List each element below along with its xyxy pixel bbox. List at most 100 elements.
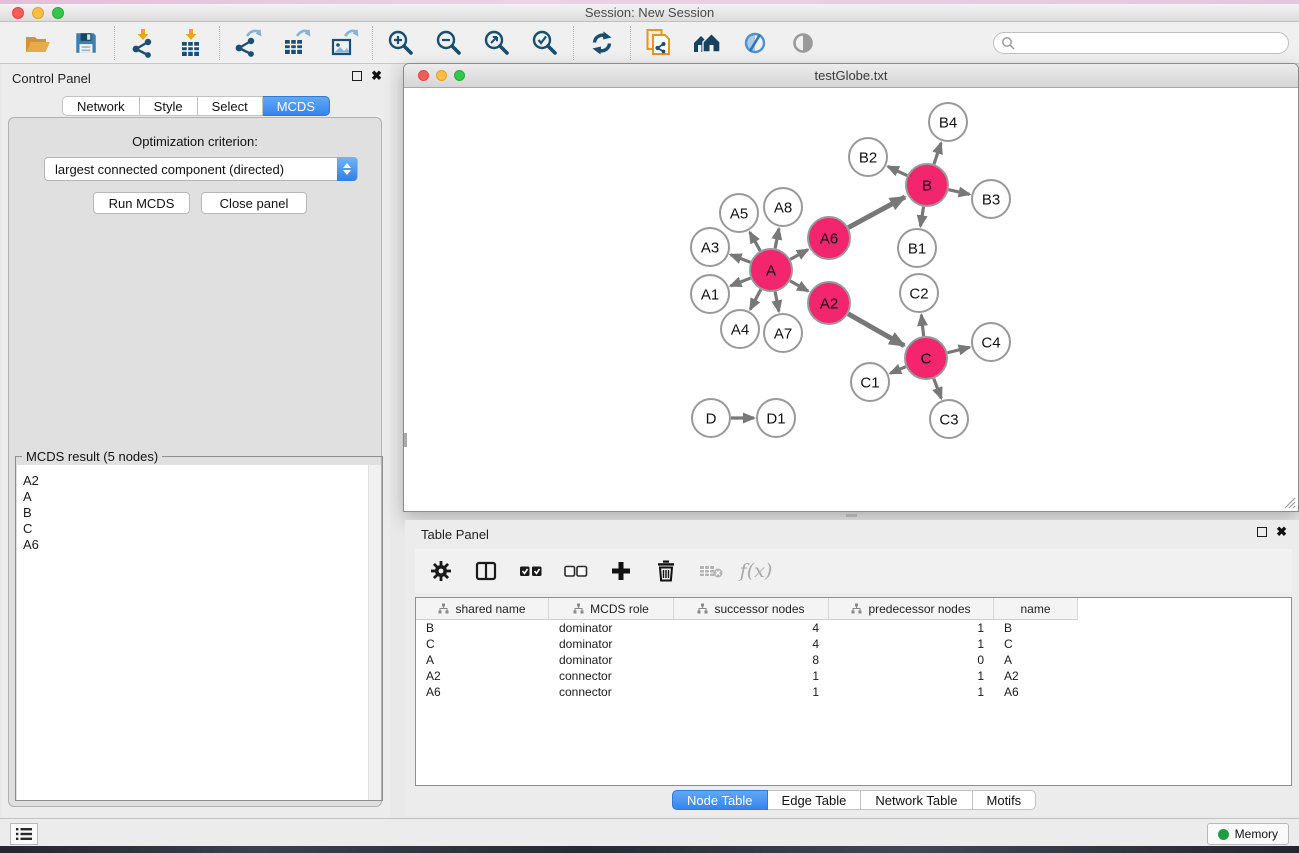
tab-network[interactable]: Network (62, 96, 140, 116)
export-table-icon[interactable] (281, 28, 311, 58)
table-row-A2[interactable]: A2connector11A2 (416, 668, 1291, 684)
graph-node-A[interactable]: A (750, 249, 792, 291)
home-icon[interactable] (692, 28, 722, 58)
result-list-scrollbar[interactable] (368, 465, 381, 800)
network-window-titlebar[interactable]: testGlobe.txt (404, 64, 1298, 88)
float-table-panel-icon[interactable] (1257, 527, 1267, 537)
export-image-icon[interactable] (329, 28, 359, 58)
graph-node-B3[interactable]: B3 (972, 180, 1010, 218)
table-row-C[interactable]: Cdominator41C (416, 636, 1291, 652)
refresh-icon[interactable] (587, 28, 617, 58)
graph-node-A6[interactable]: A6 (808, 217, 850, 259)
cell[interactable]: dominator (549, 652, 674, 668)
cell[interactable]: A6 (994, 684, 1078, 700)
cell[interactable]: B (994, 620, 1078, 636)
close-panel-button[interactable]: Close panel (201, 192, 307, 214)
tab-style[interactable]: Style (140, 96, 198, 116)
zoom-out-icon[interactable] (434, 28, 464, 58)
save-session-icon[interactable] (71, 28, 101, 58)
select-all-icon[interactable] (517, 557, 545, 585)
zoom-in-icon[interactable] (386, 28, 416, 58)
cell[interactable]: 1 (829, 636, 994, 652)
result-item-A6[interactable]: A6 (23, 537, 369, 553)
cell[interactable]: connector (549, 684, 674, 700)
column-header-shared-name[interactable]: shared name (416, 598, 549, 620)
tab-select[interactable]: Select (198, 96, 263, 116)
table-row-B[interactable]: Bdominator41B (416, 620, 1291, 636)
result-item-C[interactable]: C (23, 521, 369, 537)
close-table-panel-icon[interactable]: ✖ (1276, 527, 1287, 537)
function-builder-icon[interactable]: f(x) (742, 557, 770, 585)
float-panel-icon[interactable] (352, 71, 362, 81)
cell[interactable]: 4 (674, 636, 829, 652)
graph-node-C1[interactable]: C1 (851, 363, 889, 401)
optimization-criterion-dropdown[interactable]: largest connected component (directed) (44, 157, 358, 181)
cell[interactable]: dominator (549, 620, 674, 636)
tab-network-table[interactable]: Network Table (861, 790, 972, 810)
tab-motifs[interactable]: Motifs (973, 790, 1037, 810)
graph-node-D1[interactable]: D1 (757, 399, 795, 437)
network-document-icon[interactable] (644, 28, 674, 58)
cell[interactable]: 4 (674, 620, 829, 636)
open-session-icon[interactable] (23, 28, 53, 58)
column-header-predecessor-nodes[interactable]: predecessor nodes (829, 598, 994, 620)
graph-node-A2[interactable]: A2 (808, 282, 850, 324)
task-history-button[interactable] (10, 823, 38, 845)
column-header-successor-nodes[interactable]: successor nodes (674, 598, 829, 620)
close-panel-icon[interactable]: ✖ (371, 71, 382, 81)
network-vertical-scroll-nub[interactable] (404, 433, 407, 447)
add-column-icon[interactable] (607, 557, 635, 585)
cell[interactable]: C (994, 636, 1078, 652)
cell[interactable]: 1 (674, 684, 829, 700)
table-row-A[interactable]: Adominator80A (416, 652, 1291, 668)
graph-node-A4[interactable]: A4 (721, 310, 759, 348)
settings-gear-icon[interactable] (427, 557, 455, 585)
deselect-all-icon[interactable] (562, 557, 590, 585)
import-table-icon[interactable] (176, 28, 206, 58)
graph-node-C[interactable]: C (905, 337, 947, 379)
tab-node-table[interactable]: Node Table (672, 790, 768, 810)
delete-table-icon[interactable] (697, 557, 725, 585)
graph-node-A1[interactable]: A1 (691, 275, 729, 313)
cell[interactable]: A2 (416, 668, 549, 684)
graph-node-B2[interactable]: B2 (849, 138, 887, 176)
cell[interactable]: 0 (829, 652, 994, 668)
column-header-name[interactable]: name (994, 598, 1078, 620)
cell[interactable]: 1 (829, 668, 994, 684)
cell[interactable]: 1 (674, 668, 829, 684)
delete-column-icon[interactable] (652, 557, 680, 585)
cell[interactable]: A2 (994, 668, 1078, 684)
cell[interactable]: C (416, 636, 549, 652)
result-item-A[interactable]: A (23, 489, 369, 505)
cell[interactable]: connector (549, 668, 674, 684)
export-network-icon[interactable] (233, 28, 263, 58)
graph-node-C4[interactable]: C4 (972, 323, 1010, 361)
tab-mcds[interactable]: MCDS (263, 96, 330, 116)
graph-node-B4[interactable]: B4 (929, 103, 967, 141)
column-header-MCDS-role[interactable]: MCDS role (549, 598, 674, 620)
result-item-A2[interactable]: A2 (23, 473, 369, 489)
graph-node-B[interactable]: B (906, 164, 948, 206)
cell[interactable]: dominator (549, 636, 674, 652)
network-horizontal-scroll-nub[interactable] (846, 514, 857, 517)
graph-node-A5[interactable]: A5 (720, 194, 758, 232)
cell[interactable]: A6 (416, 684, 549, 700)
cell[interactable]: A (416, 652, 549, 668)
split-panel-icon[interactable] (472, 557, 500, 585)
search-input[interactable] (993, 32, 1289, 54)
cell[interactable]: 8 (674, 652, 829, 668)
cell[interactable]: 1 (829, 620, 994, 636)
network-canvas[interactable]: AA1A2A3A4A5A6A7A8BB1B2B3B4CC1C2C3C4DD1 (405, 89, 1297, 511)
cell[interactable]: A (994, 652, 1078, 668)
graph-node-A8[interactable]: A8 (764, 188, 802, 226)
graph-node-B1[interactable]: B1 (898, 229, 936, 267)
graph-node-C2[interactable]: C2 (900, 274, 938, 312)
table-row-A6[interactable]: A6connector11A6 (416, 684, 1291, 700)
network-resize-grip[interactable] (1283, 496, 1296, 509)
run-mcds-button[interactable]: Run MCDS (93, 192, 190, 214)
graph-node-A7[interactable]: A7 (764, 314, 802, 352)
import-network-icon[interactable] (128, 28, 158, 58)
tab-edge-table[interactable]: Edge Table (768, 790, 862, 810)
hide-network-icon[interactable] (740, 28, 770, 58)
graph-node-A3[interactable]: A3 (691, 228, 729, 266)
